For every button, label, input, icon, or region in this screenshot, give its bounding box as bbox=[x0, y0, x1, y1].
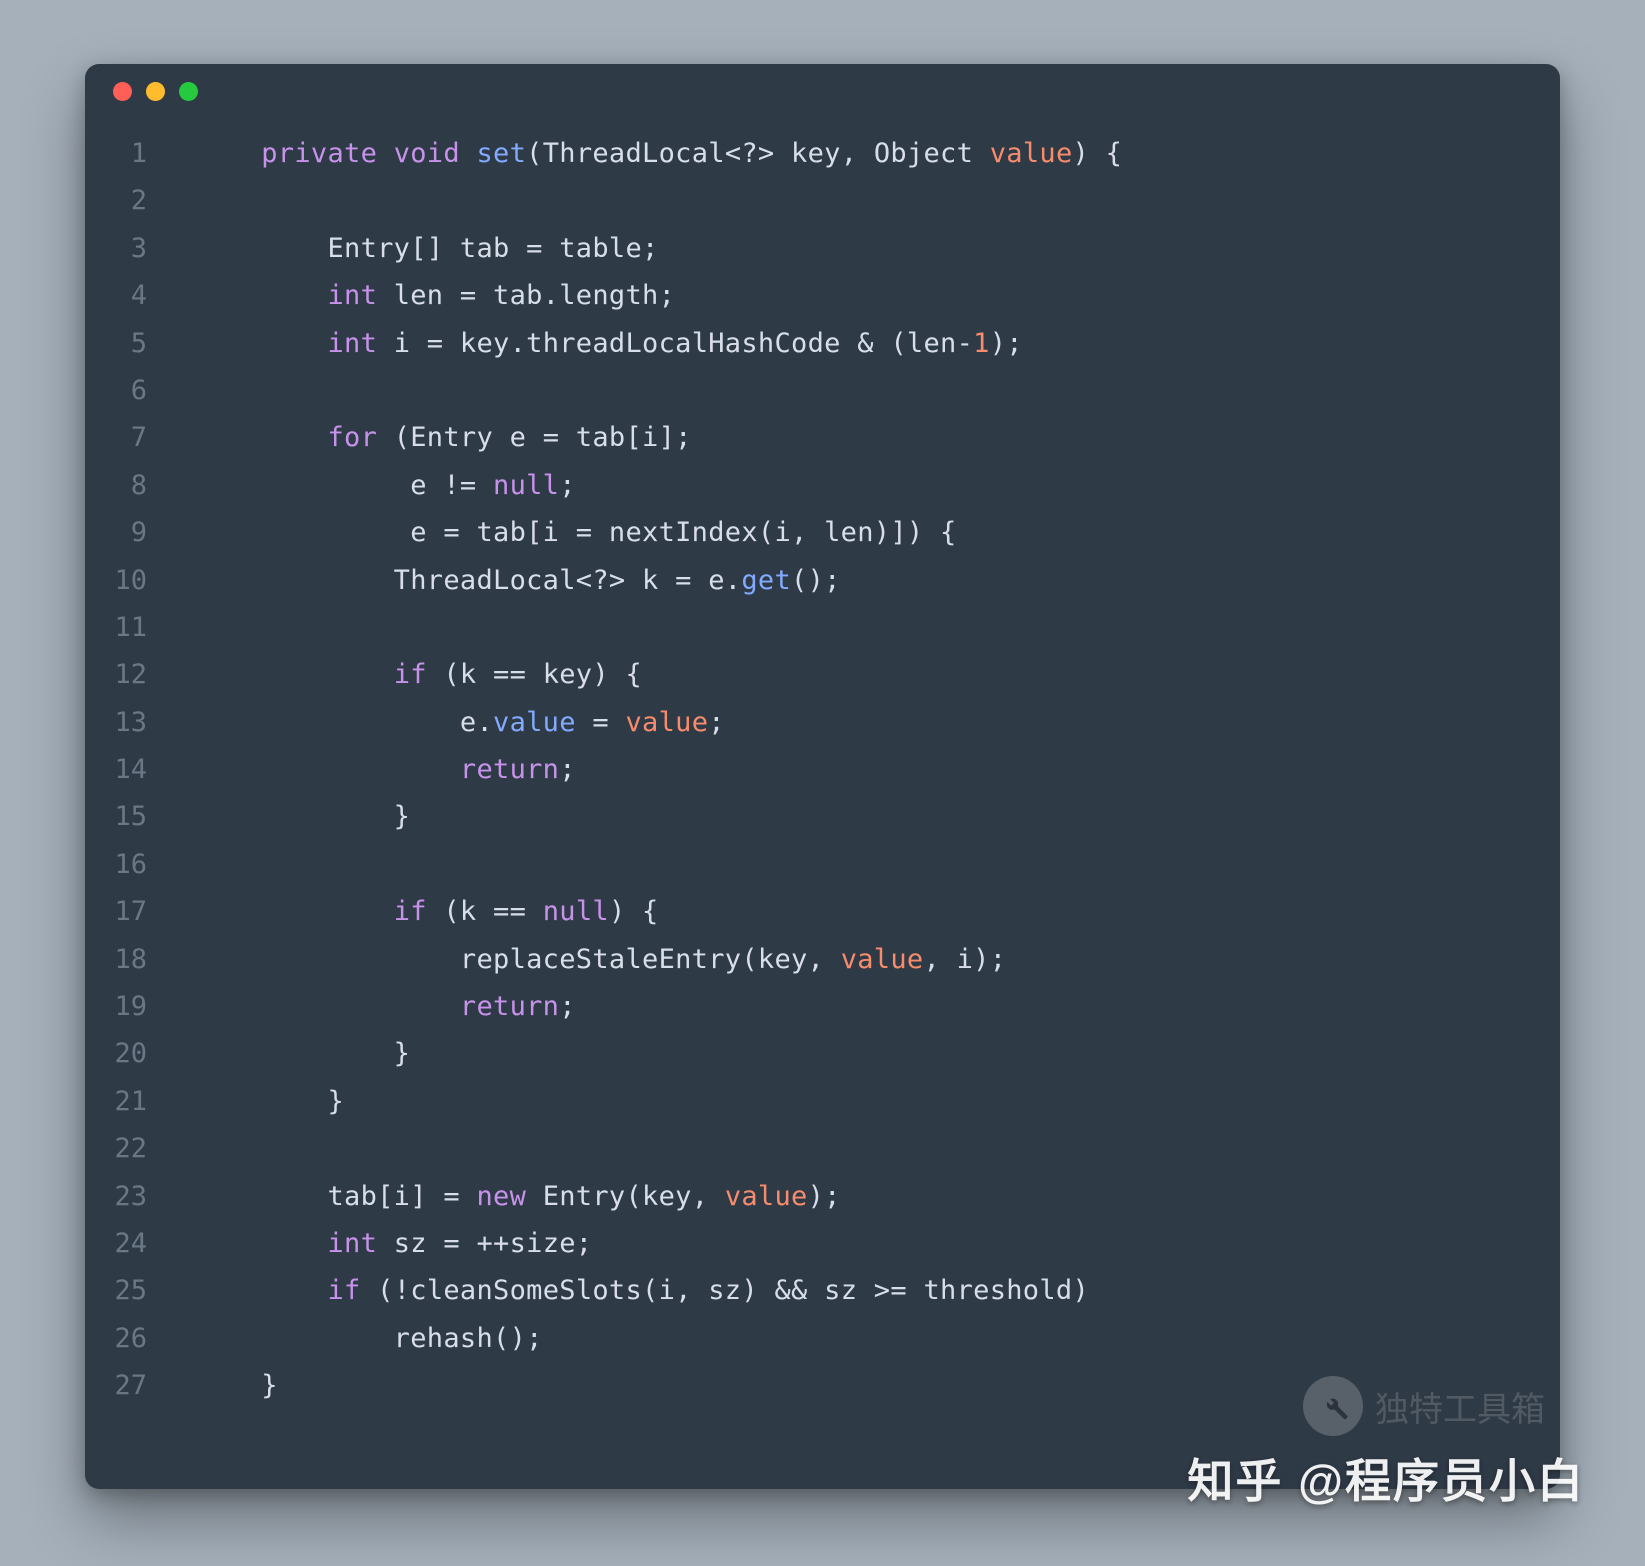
line-number: 6 bbox=[85, 375, 195, 406]
line-number: 18 bbox=[85, 944, 195, 975]
code-content: Entry[] tab = table; bbox=[195, 233, 659, 264]
line-number: 3 bbox=[85, 233, 195, 264]
tool-watermark-text: 独特工具箱 bbox=[1375, 1382, 1545, 1431]
line-number: 21 bbox=[85, 1086, 195, 1117]
line-number: 1 bbox=[85, 138, 195, 169]
code-line: 20 } bbox=[85, 1038, 1560, 1085]
zhihu-logo-text: 知乎 @程序员小白 bbox=[1187, 1445, 1585, 1511]
line-number: 7 bbox=[85, 422, 195, 453]
code-line: 1 private void set(ThreadLocal<?> key, O… bbox=[85, 138, 1560, 185]
line-number: 24 bbox=[85, 1228, 195, 1259]
code-content: e = tab[i = nextIndex(i, len)]) { bbox=[195, 517, 957, 548]
zhihu-watermark: 知乎 @程序员小白 bbox=[1187, 1445, 1585, 1511]
code-content: int len = tab.length; bbox=[195, 280, 675, 311]
code-line: 7 for (Entry e = tab[i]; bbox=[85, 422, 1560, 469]
line-number: 19 bbox=[85, 991, 195, 1022]
line-number: 12 bbox=[85, 659, 195, 690]
line-number: 8 bbox=[85, 470, 195, 501]
code-line: 19 return; bbox=[85, 991, 1560, 1038]
code-content: } bbox=[195, 1370, 278, 1401]
code-line: 16 bbox=[85, 849, 1560, 896]
line-number: 16 bbox=[85, 849, 195, 880]
code-content bbox=[195, 1133, 261, 1164]
code-content: e != null; bbox=[195, 470, 576, 501]
code-window: 1 private void set(ThreadLocal<?> key, O… bbox=[85, 64, 1560, 1489]
line-number: 4 bbox=[85, 280, 195, 311]
code-content bbox=[195, 849, 261, 880]
spanner-icon bbox=[1303, 1376, 1363, 1436]
code-line: 3 Entry[] tab = table; bbox=[85, 233, 1560, 280]
code-line: 9 e = tab[i = nextIndex(i, len)]) { bbox=[85, 517, 1560, 564]
line-number: 27 bbox=[85, 1370, 195, 1401]
code-line: 11 bbox=[85, 612, 1560, 659]
line-number: 15 bbox=[85, 801, 195, 832]
code-content: private void set(ThreadLocal<?> key, Obj… bbox=[195, 138, 1122, 169]
code-line: 6 bbox=[85, 375, 1560, 422]
code-line: 4 int len = tab.length; bbox=[85, 280, 1560, 327]
code-content: if (!cleanSomeSlots(i, sz) && sz >= thre… bbox=[195, 1275, 1089, 1306]
code-line: 2 bbox=[85, 185, 1560, 232]
code-line: 21 } bbox=[85, 1086, 1560, 1133]
minimize-icon[interactable] bbox=[146, 82, 165, 101]
line-number: 22 bbox=[85, 1133, 195, 1164]
line-number: 25 bbox=[85, 1275, 195, 1306]
line-number: 23 bbox=[85, 1181, 195, 1212]
code-line: 26 rehash(); bbox=[85, 1323, 1560, 1370]
code-area: 1 private void set(ThreadLocal<?> key, O… bbox=[85, 118, 1560, 1438]
code-line: 22 bbox=[85, 1133, 1560, 1180]
code-content: } bbox=[195, 1038, 410, 1069]
code-line: 10 ThreadLocal<?> k = e.get(); bbox=[85, 565, 1560, 612]
line-number: 26 bbox=[85, 1323, 195, 1354]
code-content: return; bbox=[195, 991, 576, 1022]
code-line: 24 int sz = ++size; bbox=[85, 1228, 1560, 1275]
code-line: 8 e != null; bbox=[85, 470, 1560, 517]
code-content: replaceStaleEntry(key, value, i); bbox=[195, 944, 1006, 975]
code-line: 5 int i = key.threadLocalHashCode & (len… bbox=[85, 328, 1560, 375]
code-line: 17 if (k == null) { bbox=[85, 896, 1560, 943]
code-content: for (Entry e = tab[i]; bbox=[195, 422, 692, 453]
code-content: if (k == key) { bbox=[195, 659, 642, 690]
code-line: 14 return; bbox=[85, 754, 1560, 801]
tool-watermark: 独特工具箱 bbox=[1303, 1376, 1545, 1436]
code-line: 18 replaceStaleEntry(key, value, i); bbox=[85, 944, 1560, 991]
window-titlebar bbox=[85, 64, 1560, 118]
code-content: return; bbox=[195, 754, 576, 785]
code-line: 13 e.value = value; bbox=[85, 707, 1560, 754]
code-line: 25 if (!cleanSomeSlots(i, sz) && sz >= t… bbox=[85, 1275, 1560, 1322]
code-content: rehash(); bbox=[195, 1323, 543, 1354]
line-number: 14 bbox=[85, 754, 195, 785]
line-number: 17 bbox=[85, 896, 195, 927]
code-line: 15 } bbox=[85, 801, 1560, 848]
line-number: 13 bbox=[85, 707, 195, 738]
line-number: 9 bbox=[85, 517, 195, 548]
code-content: } bbox=[195, 1086, 344, 1117]
code-line: 23 tab[i] = new Entry(key, value); bbox=[85, 1181, 1560, 1228]
line-number: 2 bbox=[85, 185, 195, 216]
code-line: 12 if (k == key) { bbox=[85, 659, 1560, 706]
code-content bbox=[195, 612, 261, 643]
code-content: int sz = ++size; bbox=[195, 1228, 592, 1259]
close-icon[interactable] bbox=[113, 82, 132, 101]
code-content: int i = key.threadLocalHashCode & (len-1… bbox=[195, 328, 1023, 359]
code-content: } bbox=[195, 801, 410, 832]
code-content bbox=[195, 375, 261, 406]
line-number: 11 bbox=[85, 612, 195, 643]
code-content: tab[i] = new Entry(key, value); bbox=[195, 1181, 841, 1212]
code-content: if (k == null) { bbox=[195, 896, 659, 927]
line-number: 20 bbox=[85, 1038, 195, 1069]
code-content bbox=[195, 185, 261, 216]
line-number: 10 bbox=[85, 565, 195, 596]
line-number: 5 bbox=[85, 328, 195, 359]
code-content: e.value = value; bbox=[195, 707, 725, 738]
code-content: ThreadLocal<?> k = e.get(); bbox=[195, 565, 841, 596]
maximize-icon[interactable] bbox=[179, 82, 198, 101]
